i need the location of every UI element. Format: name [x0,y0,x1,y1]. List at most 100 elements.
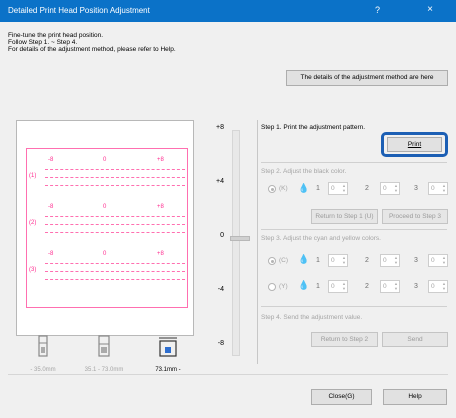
spin-arrows-icon: ▲ ▼ [342,281,346,291]
input-number: 2 [365,257,369,264]
row-label: (3) [29,267,37,273]
value-text: 0 [383,185,387,192]
instruction-line: For details of the adjustment method, pl… [8,46,176,53]
value-text: 0 [331,283,335,290]
spin-arrows-icon: ▲ ▼ [442,255,446,265]
scale-tick: -8 [217,340,224,347]
spin-arrows-icon: ▲ ▼ [442,183,446,193]
value-text: 0 [431,283,435,290]
yellow-value-1[interactable]: 0 ▲ ▼ [328,280,348,293]
send-button[interactable]: Send [382,332,448,347]
pattern-line [45,177,185,178]
pattern-line [45,169,185,170]
input-number: 3 [414,185,418,192]
spin-arrows-icon: ▲ ▼ [394,183,398,193]
instructions: Fine-tune the print head position. Follo… [8,32,176,53]
instruction-line: Fine-tune the print head position. [8,32,104,39]
cyan-value-1[interactable]: 0 ▲ ▼ [328,254,348,267]
value-text: 0 [431,257,435,264]
step4-label: Step 4. Send the adjustment value. [261,314,363,321]
pattern-line [45,224,185,225]
footer-divider [8,374,448,375]
pattern-line [45,185,185,186]
scale-tick: -4 [217,286,224,293]
black-value-1[interactable]: 0 ▲ ▼ [328,182,348,195]
details-button[interactable]: The details of the adjustment method are… [286,70,448,86]
vertical-divider [257,120,258,364]
input-number: 2 [365,185,369,192]
pattern-line [45,216,185,217]
input-number: 3 [414,257,418,264]
black-channel-label: (K) [279,185,288,192]
column-label: 0 [103,251,107,257]
black-radio[interactable] [268,185,276,193]
return-to-step1-button[interactable]: Return to Step 1 (U) [311,209,378,224]
medium-head-icon [98,335,110,357]
help-icon[interactable]: ? [375,5,380,15]
help-button[interactable]: Help [383,389,447,405]
proceed-to-step3-button[interactable]: Proceed to Step 3 [382,209,448,224]
value-text: 0 [383,257,387,264]
step-divider [261,306,447,307]
cyan-radio[interactable] [268,257,276,265]
dialog-body: Fine-tune the print head position. Follo… [0,22,456,418]
step-divider [261,229,447,230]
column-label: -8 [48,251,54,257]
spin-arrows-icon: ▲ ▼ [342,183,346,193]
column-label: +8 [157,251,164,257]
spin-arrows-icon: ▲ ▼ [394,281,398,291]
cyan-value-3[interactable]: 0 ▲ ▼ [428,254,448,267]
scale-tick: 0 [220,232,224,239]
print-button[interactable]: Print [387,137,442,152]
scale-thumb[interactable] [230,236,250,241]
scale-tick: +8 [216,124,224,131]
value-text: 0 [331,257,335,264]
close-button[interactable]: Close(G) [311,389,372,405]
yellow-radio[interactable] [268,283,276,291]
title-bar: Detailed Print Head Position Adjustment … [0,0,456,22]
input-number: 1 [316,185,320,192]
input-number: 1 [316,283,320,290]
column-label: -8 [48,157,54,163]
yellow-value-2[interactable]: 0 ▲ ▼ [380,280,400,293]
scale-track[interactable] [232,130,240,356]
value-text: 0 [331,185,335,192]
row-label: (1) [29,173,37,179]
head-range-label-active: 73.1mm - [155,367,181,373]
step1-label: Step 1. Print the adjustment pattern. [261,124,366,131]
column-label: 0 [103,157,107,163]
black-value-2[interactable]: 0 ▲ ▼ [380,182,400,195]
head-range-label: 35.1 - 73.0mm [84,367,124,373]
value-text: 0 [431,185,435,192]
head-range-label: - 35.0mm [30,367,56,373]
window-title: Detailed Print Head Position Adjustment [8,6,150,15]
return-to-step2-button[interactable]: Return to Step 2 [311,332,378,347]
close-icon[interactable]: × [421,4,439,18]
black-value-3[interactable]: 0 ▲ ▼ [428,182,448,195]
step2-label: Step 2. Adjust the black color. [261,168,347,175]
scale-tick: +4 [216,178,224,185]
cyan-channel-label: (C) [279,257,289,264]
cyan-ink-icon: 💧 [298,254,310,264]
value-text: 0 [383,283,387,290]
input-number: 2 [365,283,369,290]
input-number: 3 [414,283,418,290]
yellow-value-3[interactable]: 0 ▲ ▼ [428,280,448,293]
instruction-line: Follow Step 1. ~ Step 4. [8,39,78,46]
long-head-icon [159,337,177,357]
step3-label: Step 3. Adjust the cyan and yellow color… [261,235,381,242]
row-label: (2) [29,220,37,226]
pattern-line [45,232,185,233]
short-head-icon [38,335,48,357]
column-label: +8 [157,204,164,210]
spin-arrows-icon: ▲ ▼ [342,255,346,265]
input-number: 1 [316,257,320,264]
pattern-preview: -8 0 +8 (1) -8 0 +8 (2) -8 0 +8 (3) [16,120,194,336]
pattern-line [45,263,185,264]
step-divider [261,162,447,163]
pattern-line [45,271,185,272]
spin-arrows-icon: ▲ ▼ [442,281,446,291]
pattern-line [45,279,185,280]
column-label: 0 [103,204,107,210]
cyan-value-2[interactable]: 0 ▲ ▼ [380,254,400,267]
